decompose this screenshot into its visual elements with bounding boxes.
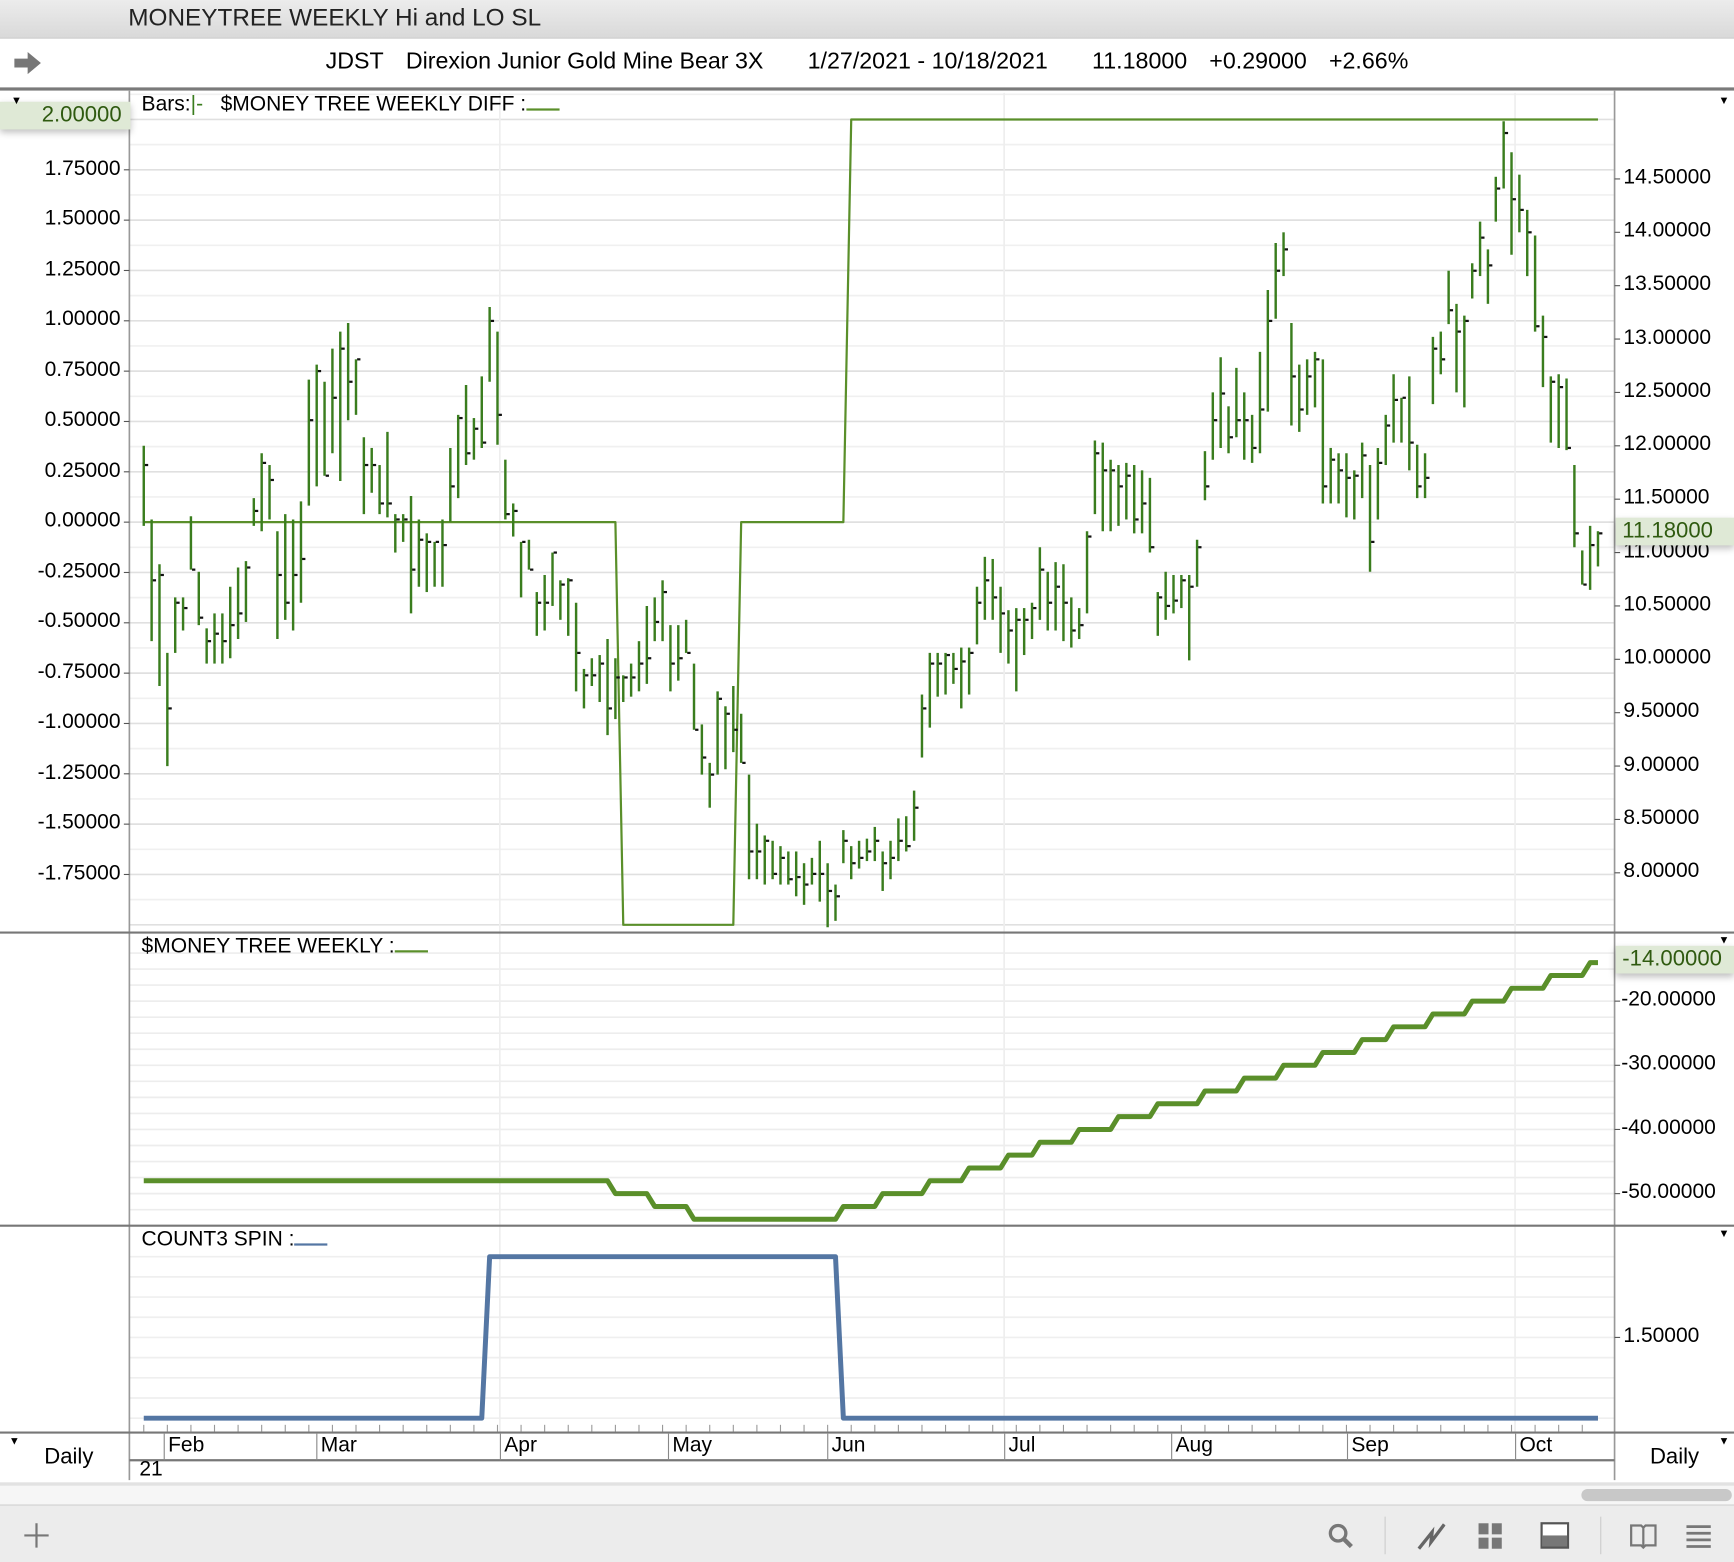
- month-label: Jul: [1004, 1433, 1035, 1461]
- legend-bars-label: Bars:: [141, 92, 191, 117]
- month-label: May: [667, 1433, 712, 1461]
- left-axis-label: 0.50000: [44, 408, 121, 432]
- money-current-label: -14.00000: [1615, 945, 1734, 974]
- bottom-toolbar: [0, 1504, 1734, 1562]
- price-axis-label: 10.00000: [1623, 646, 1712, 670]
- price-axis-label: 10.50000: [1623, 592, 1712, 616]
- left-axis-label: 0.00000: [44, 508, 121, 533]
- count-axis-menu-icon[interactable]: ▼: [1719, 1228, 1730, 1240]
- left-axis-label: 0.25000: [44, 458, 121, 482]
- left-axis-label: -1.00000: [37, 710, 121, 734]
- price-axis-label: 12.50000: [1623, 379, 1712, 403]
- left-axis-label: -0.75000: [37, 659, 121, 684]
- legend-diff-label: $MONEY TREE WEEKLY DIFF :: [220, 92, 527, 117]
- money-panel-legend: $MONEY TREE WEEKLY :: [142, 935, 428, 959]
- book-icon[interactable]: [1629, 1521, 1658, 1550]
- price-axis-label: 13.00000: [1623, 325, 1712, 350]
- scrollbar-thumb[interactable]: [1581, 1488, 1732, 1502]
- legend-money-label: $MONEY TREE WEEKLY :: [141, 934, 395, 958]
- panel-icon[interactable]: [1540, 1521, 1570, 1550]
- left-axis-label: 1.75000: [44, 156, 121, 180]
- period-menu-right-icon[interactable]: ▼: [1719, 1436, 1730, 1448]
- price-axis-label: 13.50000: [1623, 272, 1712, 296]
- money-axis-label: -50.00000: [1621, 1180, 1716, 1204]
- month-label: Mar: [316, 1433, 357, 1461]
- price-axis-label: 9.50000: [1623, 699, 1700, 723]
- left-axis-menu-icon[interactable]: ▼: [11, 95, 22, 107]
- price-axis-label: 14.00000: [1623, 219, 1712, 243]
- year-label: 21: [139, 1458, 163, 1482]
- left-axis-label: -0.50000: [37, 609, 121, 633]
- month-label: Feb: [163, 1433, 204, 1461]
- left-axis-label: 0.75000: [44, 357, 121, 382]
- menu-icon[interactable]: [1684, 1521, 1713, 1550]
- money-axis-menu-icon[interactable]: ▼: [1719, 935, 1730, 947]
- horizontal-scrollbar[interactable]: [0, 1482, 1734, 1507]
- left-axis-label: 1.25000: [44, 257, 121, 281]
- left-axis-label: -1.25000: [37, 760, 121, 784]
- month-label: Sep: [1346, 1433, 1389, 1461]
- plus-icon[interactable]: [22, 1521, 51, 1550]
- left-axis-label: 1.00000: [44, 307, 121, 331]
- price-panel-legend: Bars:|- $MONEY TREE WEEKLY DIFF :: [142, 93, 560, 117]
- price-axis-label: 14.50000: [1623, 165, 1712, 189]
- right-axis-menu-icon[interactable]: ▼: [1719, 95, 1730, 107]
- left-axis-label: -1.75000: [37, 861, 121, 885]
- price-axis-label: 8.50000: [1623, 806, 1700, 830]
- period-right[interactable]: Daily: [1650, 1445, 1699, 1470]
- legend-count-swatch: [294, 1228, 328, 1246]
- left-axis-label: 1.50000: [44, 206, 121, 231]
- price-axis-label: 9.00000: [1623, 752, 1700, 777]
- price-axis-label: 11.50000: [1623, 485, 1710, 510]
- legend-count-label: COUNT3 SPIN :: [141, 1227, 295, 1252]
- toolbar-divider: [1600, 1516, 1602, 1555]
- count-panel-legend: COUNT3 SPIN :: [142, 1228, 328, 1252]
- grid-icon[interactable]: [1476, 1521, 1505, 1550]
- period-menu-left-icon[interactable]: ▼: [9, 1436, 20, 1448]
- month-label: Apr: [499, 1433, 537, 1461]
- left-axis-label: -0.25000: [37, 559, 121, 583]
- legend-bars-glyph: |-: [190, 92, 204, 117]
- left-axis-label: -1.50000: [37, 810, 121, 835]
- money-axis-label: -40.00000: [1621, 1116, 1716, 1140]
- legend-money-swatch: [394, 935, 428, 953]
- plot-area[interactable]: [0, 0, 1734, 1562]
- money-axis-label: -30.00000: [1621, 1052, 1716, 1076]
- search-icon[interactable]: [1326, 1521, 1355, 1550]
- toolbar-divider: [1384, 1516, 1386, 1555]
- month-label: Aug: [1171, 1433, 1213, 1461]
- price-axis-label: 12.00000: [1623, 432, 1712, 456]
- line-chart-icon[interactable]: [1417, 1521, 1446, 1550]
- month-label: Oct: [1515, 1433, 1552, 1461]
- month-label: Jun: [827, 1433, 865, 1461]
- money-axis-label: -20.00000: [1621, 987, 1716, 1012]
- price-current-label: 11.18000: [1615, 517, 1734, 546]
- price-axis-label: 8.00000: [1623, 859, 1700, 883]
- legend-diff-swatch: [526, 93, 560, 111]
- count-axis-label: 1.50000: [1623, 1324, 1700, 1348]
- period-left[interactable]: Daily: [44, 1445, 93, 1470]
- chart-window: MONEYTREE WEEKLY Hi and LO SL JDST Direxi…: [0, 0, 1734, 1562]
